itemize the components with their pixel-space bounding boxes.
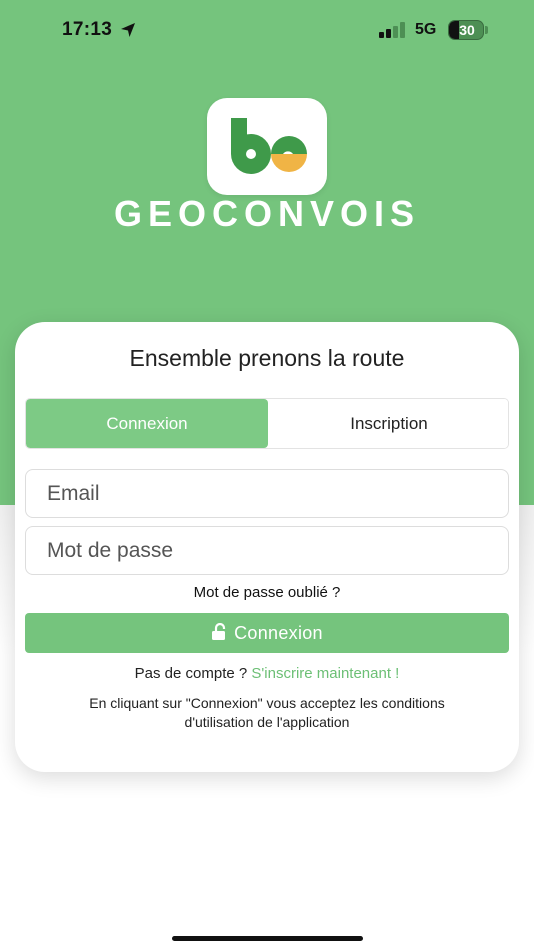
battery-icon: 30 [448, 20, 488, 40]
email-field[interactable]: Email [25, 469, 509, 518]
status-bar: 17:13 5G 30 [0, 0, 534, 60]
terms-notice: En cliquant sur "Connexion" vous accepte… [45, 694, 489, 732]
app-logo [207, 98, 327, 195]
signup-prompt: Pas de compte ? S'inscrire maintenant ! [15, 665, 519, 682]
password-field[interactable]: Mot de passe [25, 526, 509, 575]
location-arrow-icon [121, 23, 135, 37]
unlock-icon [212, 623, 226, 640]
login-button[interactable]: Connexion [25, 613, 509, 653]
auth-tabs: Connexion Inscription [25, 398, 509, 449]
login-button-label: Connexion [234, 623, 323, 643]
signup-link[interactable]: S'inscrire maintenant ! [251, 665, 399, 682]
network-type: 5G [415, 21, 437, 38]
home-indicator[interactable] [172, 936, 363, 941]
forgot-password-link[interactable]: Mot de passe oublié ? [15, 584, 519, 601]
tab-connexion[interactable]: Connexion [26, 399, 268, 448]
login-card: Ensemble prenons la route Connexion Insc… [15, 322, 519, 772]
geoconvois-logo-icon [231, 118, 307, 174]
tab-inscription[interactable]: Inscription [268, 399, 508, 448]
brand-name: GEOCONVOIS [113, 193, 421, 234]
battery-percent: 30 [459, 22, 475, 38]
cellular-signal-icon [379, 22, 405, 38]
status-time: 17:13 [62, 19, 113, 40]
card-title: Ensemble prenons la route [129, 345, 405, 371]
terms-line-2: d'utilisation de l'application [184, 714, 350, 730]
no-account-text: Pas de compte ? [134, 665, 248, 682]
terms-line-1: En cliquant sur "Connexion" vous accepte… [89, 695, 445, 711]
